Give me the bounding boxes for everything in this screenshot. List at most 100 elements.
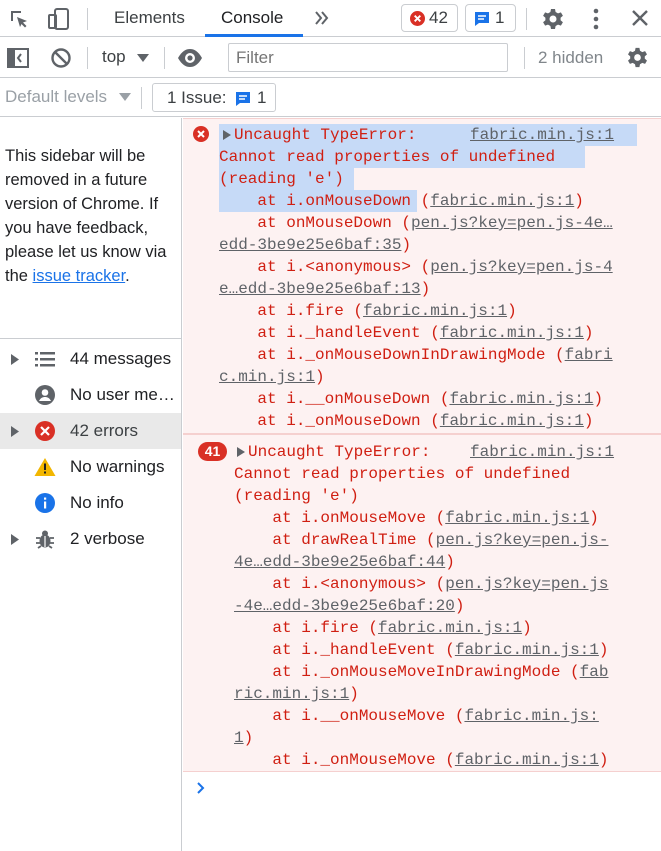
stack-frame-link[interactable]: 1 xyxy=(234,729,244,747)
stack-frame: at i.fire (fabric.min.js:1) xyxy=(219,300,516,322)
stack-frame-text: at i.__onMouseMove ( xyxy=(234,707,465,725)
expand-arrow-icon[interactable] xyxy=(237,447,245,457)
stack-frame: -4e…edd-3be9e25e6baf:20) xyxy=(234,595,464,617)
stack-frame-link[interactable]: 4e…edd-3be9e25e6baf:44 xyxy=(234,553,445,571)
devtools-tabbar: Elements Console 42 1 xyxy=(0,0,661,37)
stack-frame-link[interactable]: fabric.min.js: xyxy=(464,707,598,725)
inspect-element-icon[interactable] xyxy=(8,8,30,30)
expand-arrow-icon[interactable] xyxy=(223,130,231,140)
stack-frame-text: at i._handleEvent ( xyxy=(234,641,455,659)
issue-tracker-link[interactable]: issue tracker xyxy=(33,267,126,285)
sidebar-item-verbose[interactable]: 2 verbose xyxy=(0,521,181,557)
info-icon xyxy=(35,493,55,513)
stack-frame-link[interactable]: fabric.min.js:1 xyxy=(445,509,589,527)
stack-frame-text: at i._onMouseDown ( xyxy=(219,412,440,430)
sidebar-item-errors[interactable]: 42 errors xyxy=(0,413,181,449)
error-source-link[interactable]: fabric.min.js:1 xyxy=(470,441,614,463)
device-toolbar-icon[interactable] xyxy=(46,6,72,32)
stack-frame-link[interactable]: fabric.min.js:1 xyxy=(440,324,584,342)
log-levels-dropdown[interactable]: Default levels xyxy=(5,87,135,109)
stack-frame-link[interactable]: e…edd-3be9e25e6baf:13 xyxy=(219,280,421,298)
context-selector-value: top xyxy=(102,47,126,66)
stack-frame-link[interactable]: fabric.min.js:1 xyxy=(455,641,599,659)
clear-console-icon[interactable] xyxy=(50,47,72,69)
stack-frame-link[interactable]: fabric.min.js:1 xyxy=(455,751,599,769)
issues-count: 1 xyxy=(257,88,267,107)
stack-frame-link[interactable]: fabric.min.js:1 xyxy=(440,412,584,430)
divider xyxy=(164,47,165,69)
levels-toolbar: Default levels 1 Issue: 1 xyxy=(0,79,661,117)
tab-elements[interactable]: Elements xyxy=(114,0,185,37)
stack-frame-text: at i._onMouseMoveInDrawingMode ( xyxy=(234,663,580,681)
stack-frame-link[interactable]: fabri xyxy=(565,346,613,364)
stack-frame-link[interactable]: fabric.min.js:1 xyxy=(378,619,522,637)
more-tabs-icon[interactable] xyxy=(313,9,331,27)
stack-frame-link[interactable]: pen.js?key=pen.js xyxy=(445,575,608,593)
more-options-icon[interactable] xyxy=(586,7,606,31)
stack-frame-link[interactable]: pen.js?key=pen.js-4e… xyxy=(411,214,613,232)
tab-console[interactable]: Console xyxy=(221,0,283,37)
stack-frame-text: ) xyxy=(420,280,431,298)
stack-frame-text: at i.<anonymous> ( xyxy=(234,575,446,593)
sidebar-item-label: No user me… xyxy=(70,385,175,404)
messages-counter-button[interactable]: 1 xyxy=(465,4,516,32)
stack-frame-link[interactable]: fabric.min.js:1 xyxy=(430,192,574,210)
stack-frame-text: ) xyxy=(598,641,609,659)
console-prompt-input[interactable] xyxy=(213,774,653,802)
stack-frame: at i._onMouseMoveInDrawingMode (fab xyxy=(234,661,608,683)
sidebar-item-label: 2 verbose xyxy=(70,529,145,548)
stack-frame-link[interactable]: c.min.js:1 xyxy=(219,368,315,386)
sidebar-item-warnings[interactable]: No warnings xyxy=(0,449,181,485)
stack-frame: at i._handleEvent (fabric.min.js:1) xyxy=(234,639,608,661)
expand-arrow-icon[interactable] xyxy=(11,426,19,437)
stack-frame: at i.fire (fabric.min.js:1) xyxy=(234,617,532,639)
stack-frame-text: at i.__onMouseDown ( xyxy=(219,390,450,408)
settings-gear-icon[interactable] xyxy=(541,7,565,31)
stack-frame-link[interactable]: edd-3be9e25e6baf:35 xyxy=(219,236,401,254)
stack-frame-text: ) xyxy=(243,729,254,747)
stack-frame-link[interactable]: pen.js?key=pen.js- xyxy=(436,531,609,549)
stack-frame-link[interactable]: ric.min.js:1 xyxy=(234,685,349,703)
stack-frame-link[interactable]: -4e…edd-3be9e25e6baf:20 xyxy=(234,597,455,615)
divider xyxy=(141,87,142,109)
sidebar-item-label: 44 messages xyxy=(70,349,172,368)
stack-frame-link[interactable]: fabric.min.js:1 xyxy=(363,302,507,320)
issues-button[interactable]: 1 Issue: 1 xyxy=(152,83,276,112)
sidebar-item-messages[interactable]: 44 messages xyxy=(0,341,181,377)
stack-frame-text: ) xyxy=(593,390,604,408)
show-sidebar-icon[interactable] xyxy=(7,47,29,69)
context-selector[interactable]: top xyxy=(96,44,156,72)
stack-frame: c.min.js:1) xyxy=(219,366,325,388)
stack-frame-link[interactable]: pen.js?key=pen.js-4 xyxy=(430,258,612,276)
console-settings-gear-icon[interactable] xyxy=(626,46,649,69)
errors-counter-button[interactable]: 42 xyxy=(401,4,458,32)
console-error-message[interactable]: Uncaught TypeError: fabric.min.js:1 Cann… xyxy=(183,118,661,434)
stack-frame-text: ) xyxy=(522,619,532,637)
stack-frame-link[interactable]: fab xyxy=(580,663,609,681)
stack-frame-text: ) xyxy=(349,685,359,703)
filter-input[interactable] xyxy=(228,43,508,72)
sidebar-item-info[interactable]: No info xyxy=(0,485,181,521)
user-icon xyxy=(35,385,55,405)
stack-frame-text: at i.fire ( xyxy=(219,302,364,320)
divider xyxy=(87,47,88,69)
stack-frame: at drawRealTime (pen.js?key=pen.js- xyxy=(234,529,608,551)
stack-frame-text: ) xyxy=(589,509,599,527)
live-expression-eye-icon[interactable] xyxy=(177,47,203,69)
console-output: Uncaught TypeError: fabric.min.js:1 Cann… xyxy=(183,118,661,851)
stack-frame-text: at i._onMouseDownInDrawingMode ( xyxy=(219,346,565,364)
error-source-link[interactable]: fabric.min.js:1 xyxy=(470,124,614,146)
stack-frame-text: ) xyxy=(583,324,594,342)
console-error-message[interactable]: 41 Uncaught TypeError: fabric.min.js:1 C… xyxy=(183,434,661,772)
expand-arrow-icon[interactable] xyxy=(11,534,19,545)
expand-arrow-icon[interactable] xyxy=(11,354,19,365)
errors-count: 42 xyxy=(429,8,448,27)
stack-frame-text: at onMouseDown ( xyxy=(219,214,412,232)
stack-frame: at i.__onMouseDown (fabric.min.js:1) xyxy=(219,388,603,410)
console-prompt-icon xyxy=(197,782,205,794)
sidebar-item-user-messages[interactable]: No user me… xyxy=(0,377,181,413)
close-icon[interactable] xyxy=(631,9,649,27)
stack-frame-link[interactable]: fabric.min.js:1 xyxy=(449,390,593,408)
stack-frame-text: at i._onMouseMove ( xyxy=(234,751,455,769)
sidebar-item-label: No warnings xyxy=(70,457,165,476)
